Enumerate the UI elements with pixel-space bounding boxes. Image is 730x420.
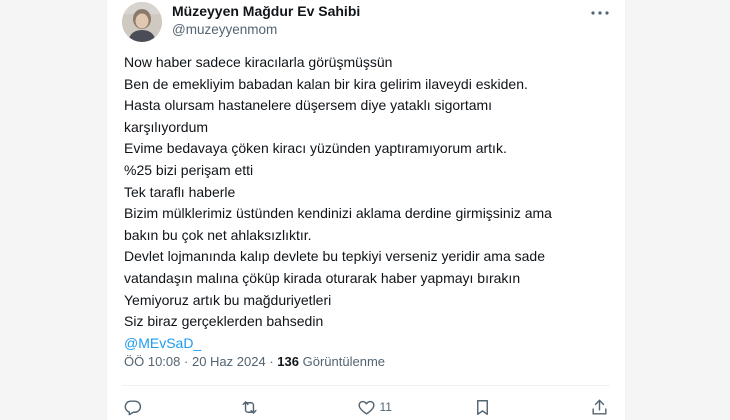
share-icon xyxy=(590,398,609,417)
bookmark-icon xyxy=(473,398,492,417)
share-button[interactable] xyxy=(590,398,609,417)
user-handle[interactable]: @muzeyyenmom xyxy=(172,22,277,37)
tweet-line: vatandaşın malına çöküp kirada oturarak … xyxy=(124,269,521,286)
display-name[interactable]: Müzeyyen Mağdur Ev Sahibi xyxy=(172,3,360,19)
tweet-line: Yemiyoruz artık bu mağduriyetleri xyxy=(124,291,332,308)
tweet-line: Tek taraflı haberle xyxy=(124,183,236,200)
tweet-line: karşılıyordum xyxy=(124,118,209,135)
tweet-meta: ÖÖ 10:08 · 20 Haz 2024 · 136 Görüntülenm… xyxy=(124,354,385,369)
reply-icon xyxy=(123,398,142,417)
mention-link[interactable]: @MEvSaD_ xyxy=(124,333,614,355)
tweet-line: %25 bizi perişam etti xyxy=(124,161,254,178)
like-count: 11 xyxy=(379,400,392,414)
tweet-date[interactable]: 20 Haz 2024 xyxy=(192,354,266,369)
tweet-line: Now haber sadece kiracılarla görüşmüşsün xyxy=(124,54,393,70)
tweet-card: Müzeyyen Mağdur Ev Sahibi @muzeyyenmom N… xyxy=(106,0,626,420)
tweet-text: Now haber sadece kiracılarla görüşmüşsün… xyxy=(124,52,614,354)
tweet-line: Hasta olursam hastanelere düşersem diye … xyxy=(124,97,493,114)
meta-separator: · xyxy=(269,354,274,369)
retweet-button[interactable] xyxy=(240,398,290,417)
tweet-time[interactable]: ÖÖ 10:08 xyxy=(124,354,180,369)
tweet-line: Bizim mülklerimiz üstünden kendinizi akl… xyxy=(124,205,552,222)
tweet-line: Devlet lojmanında kalıp devlete bu tepki… xyxy=(124,248,545,265)
views-label: Görüntülenme xyxy=(302,354,386,369)
retweet-icon xyxy=(240,398,259,417)
views-count: 136 xyxy=(277,354,299,369)
heart-icon xyxy=(357,398,376,417)
more-options-icon[interactable] xyxy=(587,2,613,24)
avatar[interactable] xyxy=(122,2,162,42)
action-bar: 11 xyxy=(123,396,609,418)
divider xyxy=(122,385,610,386)
reply-button[interactable] xyxy=(123,398,173,417)
meta-separator: · xyxy=(184,354,189,369)
tweet-line: Evime bedavaya çöken kiracı yüzünden yap… xyxy=(124,140,507,157)
tweet-line: Siz biraz gerçeklerden bahsedin xyxy=(124,313,324,330)
tweet-line: bakın bu çok net ahlaksızlıktır. xyxy=(124,226,312,243)
tweet-line: Ben de emekliyim babadan kalan bir kira … xyxy=(124,75,528,92)
like-button[interactable]: 11 xyxy=(357,398,407,417)
bookmark-button[interactable] xyxy=(473,398,523,417)
